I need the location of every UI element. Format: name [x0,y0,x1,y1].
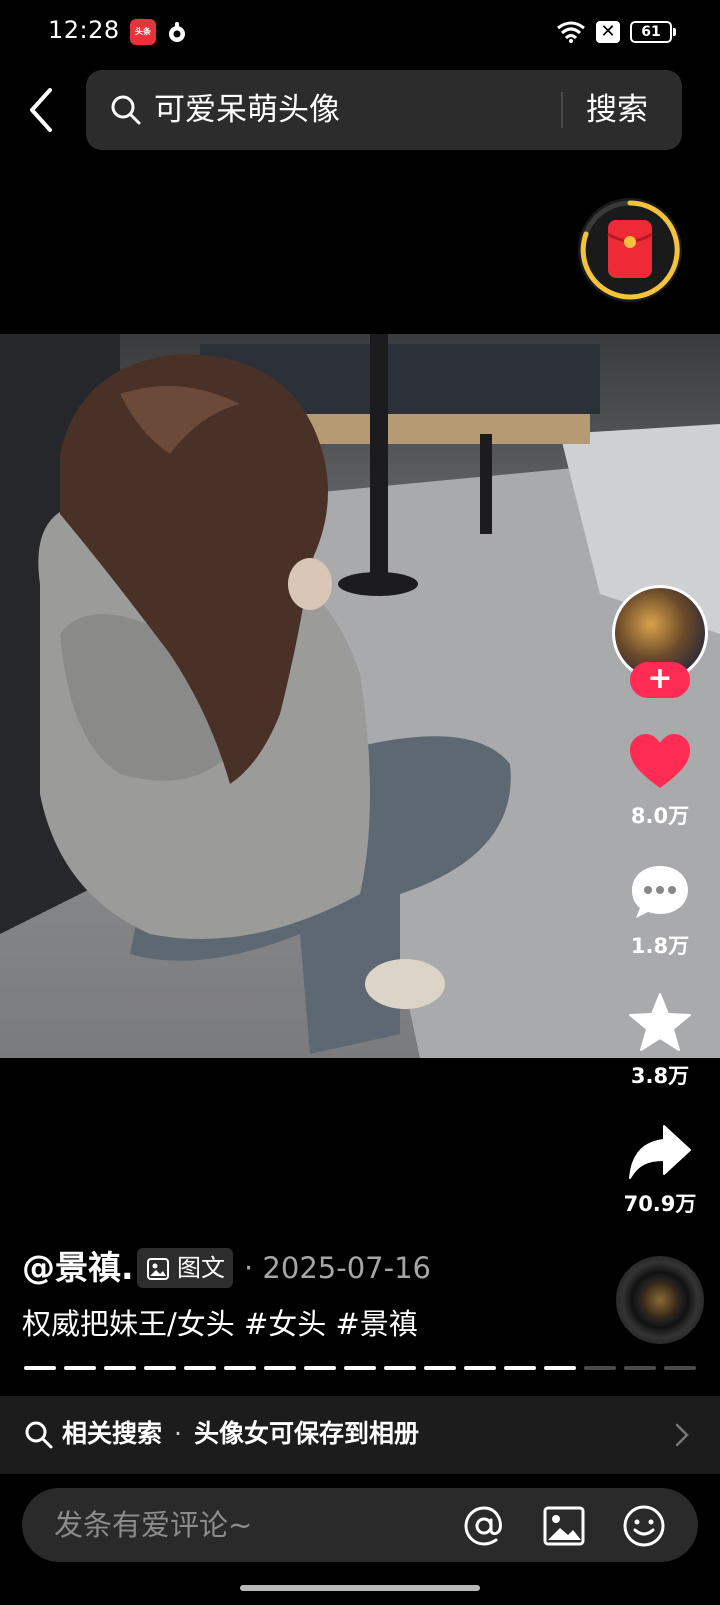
search-box[interactable]: 可爱呆萌头像 搜索 [86,70,682,150]
carousel-segment [464,1366,496,1370]
carousel-segment [224,1366,256,1370]
related-search-separator: · [174,1419,182,1448]
toutiao-app-icon: 头条 [130,19,156,45]
related-search-bar[interactable]: 相关搜索 · 头像女可保存到相册 [0,1396,720,1474]
heart-icon [630,734,690,788]
status-bar: 12:28 头条 ✕ 61 [0,0,720,64]
home-indicator[interactable] [240,1585,480,1591]
wifi-icon [557,21,585,43]
share-count: 70.9万 [623,1192,697,1216]
comment-bubble-icon [632,866,688,918]
at-icon[interactable] [462,1504,506,1548]
comment-input[interactable]: 发条有爱评论~ [22,1488,698,1562]
image-icon[interactable] [542,1504,586,1548]
carousel-segment [184,1366,216,1370]
search-button[interactable]: 搜索 [586,88,648,132]
emoji-icon[interactable] [622,1504,666,1548]
carousel-segment [384,1366,416,1370]
music-disc[interactable] [616,1256,704,1344]
carousel-segment [504,1366,536,1370]
search-divider [561,92,563,128]
red-packet-icon [580,200,680,300]
red-packet-timer[interactable] [578,198,682,302]
post-caption[interactable]: 权威把妹王/女头 #女头 #景禛 [22,1304,418,1344]
chevron-right-icon [675,1423,689,1447]
carousel-segment [664,1366,696,1370]
carousel-segment [584,1366,616,1370]
sim-off-icon: ✕ [596,21,620,43]
follow-button[interactable]: + [630,662,690,698]
carousel-segment [64,1366,96,1370]
carousel-segment [304,1366,336,1370]
status-time: 12:28 [48,16,120,44]
carousel-segment [264,1366,296,1370]
carousel-segment [144,1366,176,1370]
comment-placeholder[interactable]: 发条有爱评论~ [54,1504,252,1546]
star-icon [629,993,691,1051]
search-icon [25,1421,53,1449]
share-button[interactable]: 70.9万 [610,1124,710,1218]
search-icon [111,95,141,125]
post-type-badge: 图文 [137,1248,233,1288]
comment-count: 1.8万 [630,934,690,958]
search-input[interactable]: 可爱呆萌头像 [154,88,340,132]
like-count: 8.0万 [630,804,690,828]
music-cover [640,1280,680,1320]
back-chevron-icon[interactable] [22,84,62,136]
screen: 12:28 头条 ✕ 61 可爱呆萌头像 搜索 + 8.0万 1.8万 3.8万… [0,0,720,1605]
carousel-segment [624,1366,656,1370]
related-search-label: 相关搜索 [62,1419,163,1448]
related-search-query: 头像女可保存到相册 [194,1419,420,1448]
carousel-progress [24,1366,696,1370]
notification-icon [169,22,185,42]
image-icon [147,1258,169,1280]
post-type-label: 图文 [177,1254,225,1282]
like-button[interactable]: 8.0万 [610,732,710,830]
battery-indicator: 61 [630,21,676,43]
carousel-segment [24,1366,56,1370]
comment-button[interactable]: 1.8万 [610,862,710,960]
carousel-segment [344,1366,376,1370]
carousel-segment [104,1366,136,1370]
author-name[interactable]: @景禛. [22,1246,134,1290]
share-arrow-icon [629,1125,691,1179]
carousel-segment [424,1366,456,1370]
carousel-segment [544,1366,576,1370]
favorite-button[interactable]: 3.8万 [610,992,710,1090]
post-date: · 2025-07-16 [244,1251,431,1285]
favorite-count: 3.8万 [630,1064,690,1088]
